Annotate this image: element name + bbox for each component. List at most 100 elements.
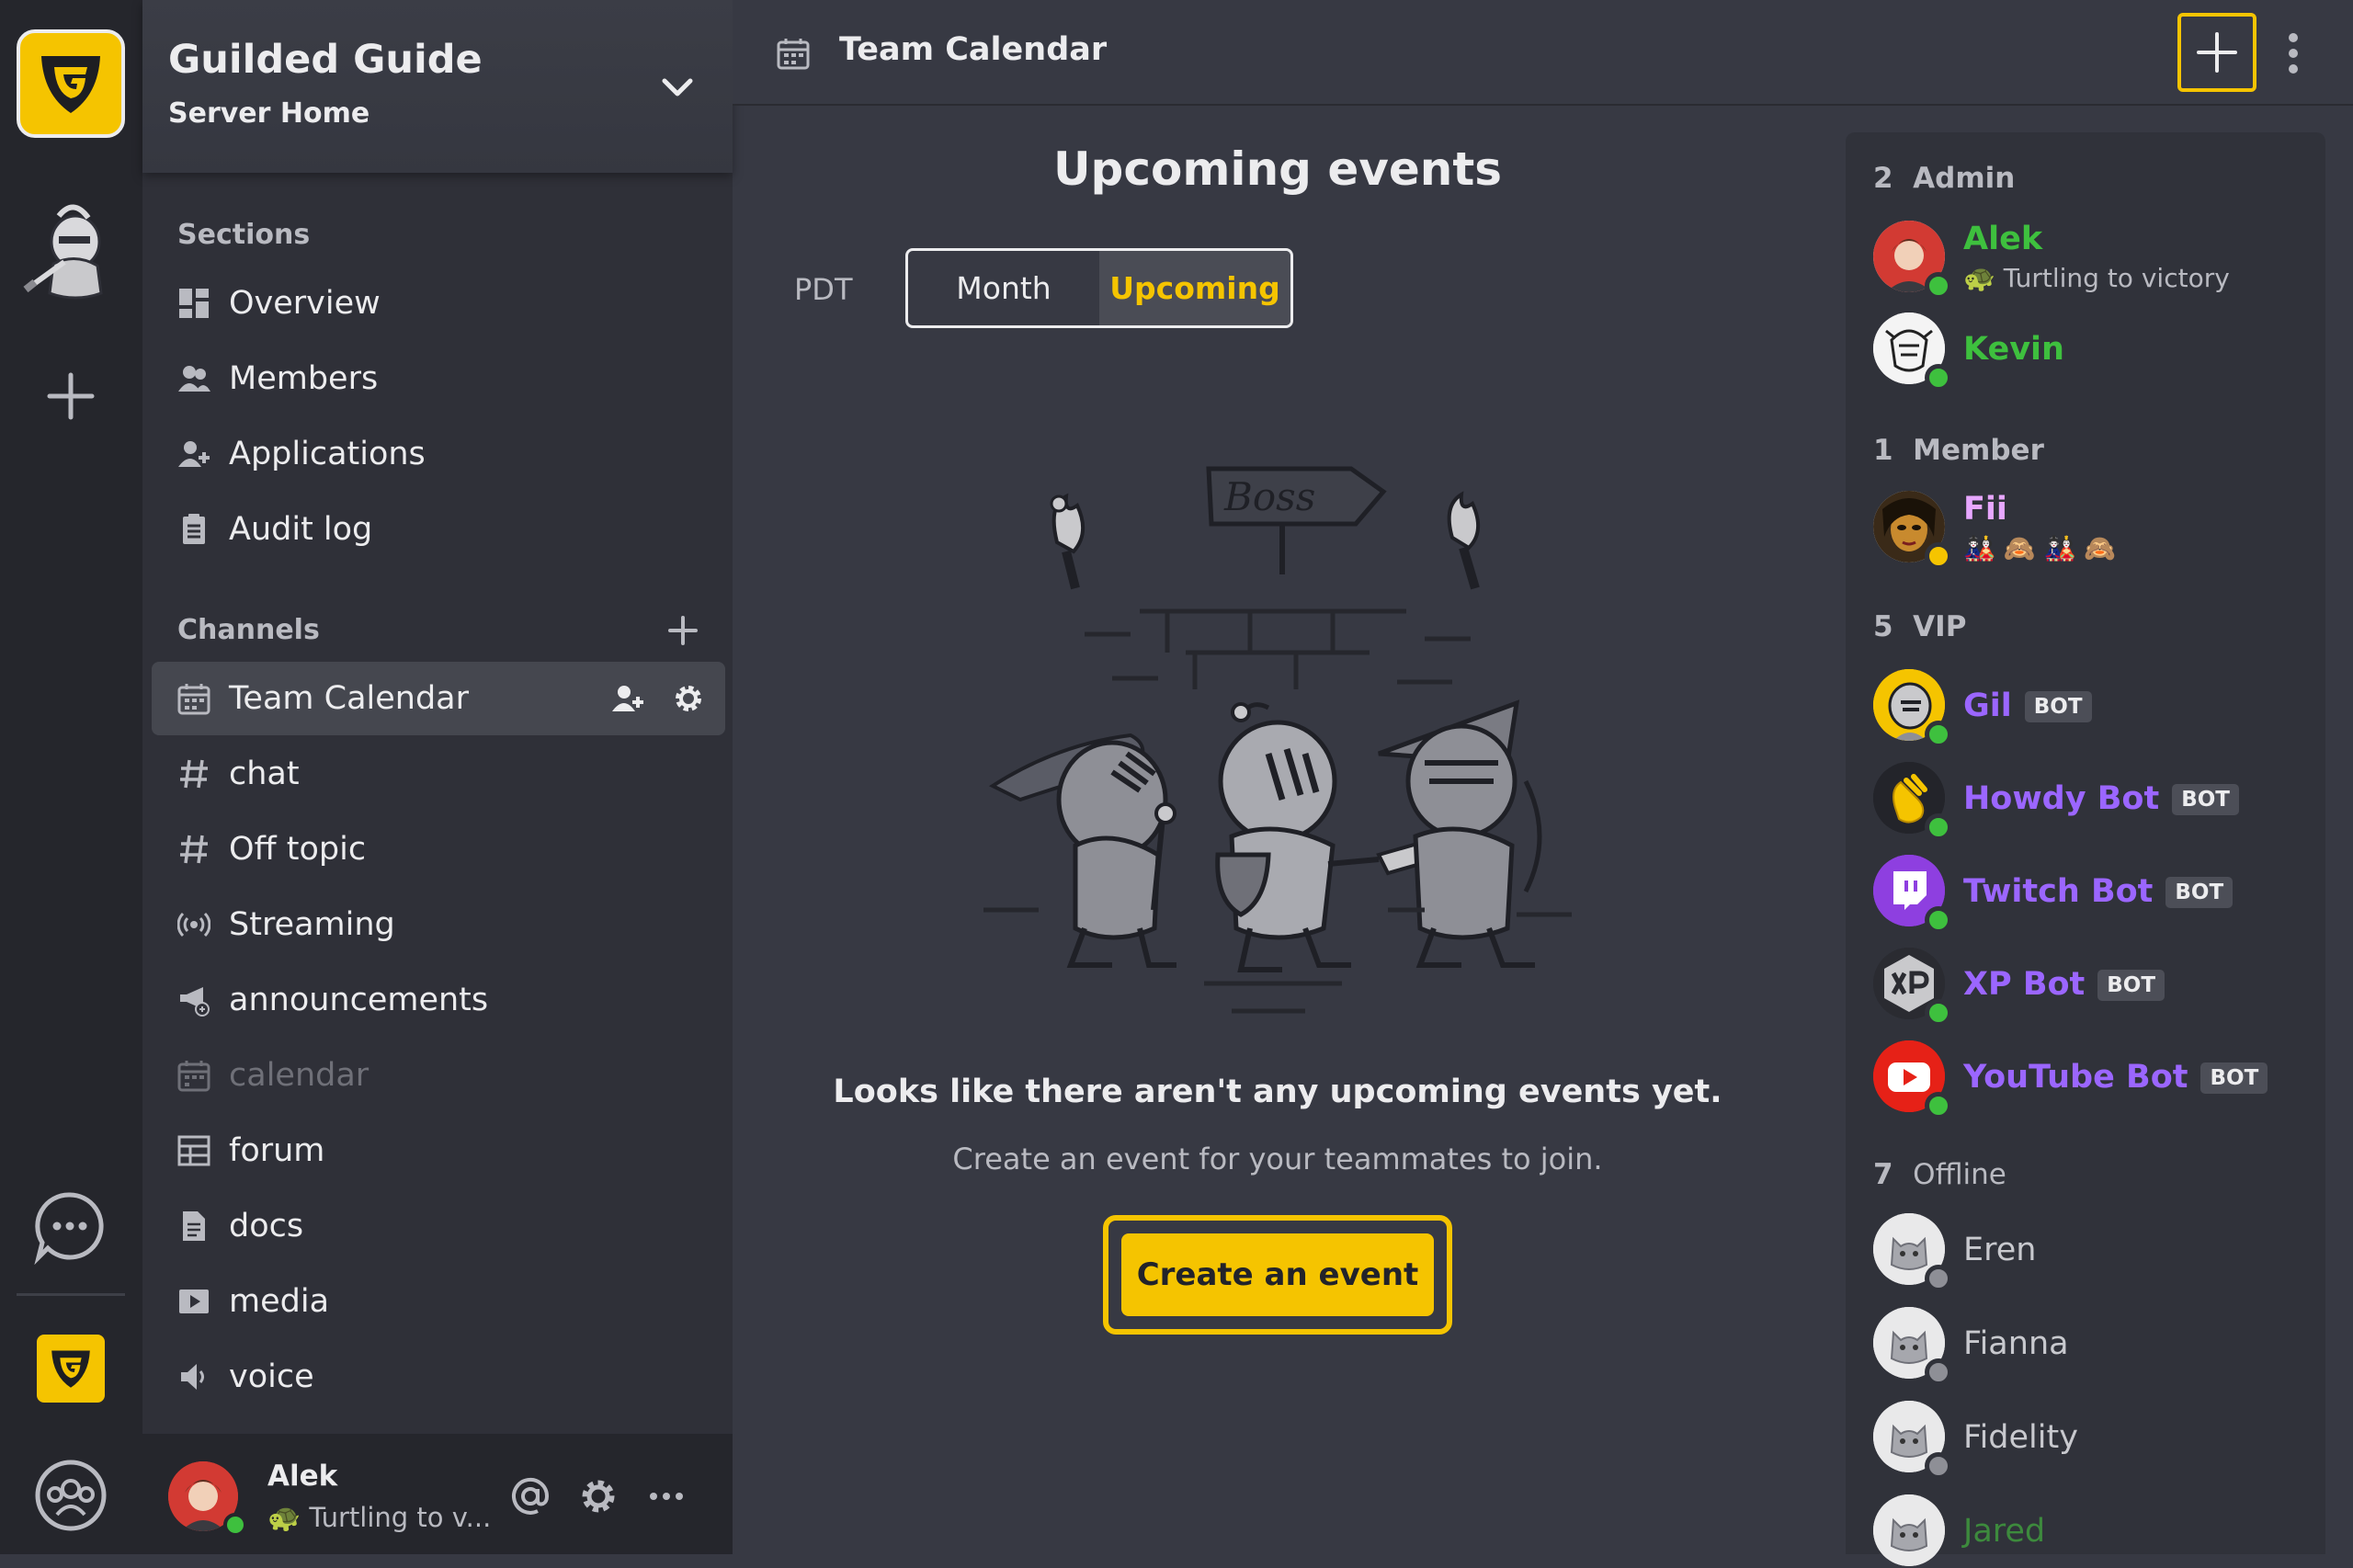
- member-eren[interactable]: Eren: [1873, 1213, 2314, 1292]
- tab-upcoming[interactable]: Upcoming: [1099, 251, 1290, 325]
- settings-gear-icon[interactable]: [672, 682, 705, 715]
- direct-messages-icon[interactable]: [31, 1187, 108, 1265]
- create-event-highlight: Create an event: [1103, 1215, 1452, 1335]
- member-alek[interactable]: Alek 🐢 Turtling to victory: [1873, 221, 2314, 300]
- member-youtube-bot[interactable]: YouTube Bot BOT: [1873, 1040, 2314, 1119]
- sidebar-item-docs[interactable]: docs: [152, 1189, 725, 1263]
- channel-sidebar: Guilded Guide Server Home Sections Overv…: [142, 0, 733, 1554]
- user-status: 🐢 Turtling to v...: [267, 1502, 492, 1533]
- avatar: [1873, 1494, 1945, 1566]
- more-options-icon[interactable]: [646, 1476, 687, 1517]
- online-status-icon: [1925, 1092, 1952, 1119]
- bot-badge: BOT: [2097, 970, 2165, 1001]
- sidebar-item-chat[interactable]: chat: [152, 737, 725, 811]
- sidebar-item-voice[interactable]: voice: [152, 1340, 725, 1414]
- guilded-home-icon[interactable]: [37, 1335, 105, 1403]
- stream-icon: [177, 912, 210, 937]
- add-channel-icon[interactable]: [666, 614, 699, 647]
- sidebar-item-audit-log[interactable]: Audit log: [152, 493, 725, 566]
- member-kevin[interactable]: Kevin: [1873, 312, 2314, 392]
- sidebar-item-members[interactable]: Members: [152, 342, 725, 415]
- sidebar-item-overview[interactable]: Overview: [152, 267, 725, 340]
- sidebar-item-label: Audit log: [229, 511, 373, 548]
- bot-badge: BOT: [2200, 1062, 2268, 1094]
- sidebar-item-calendar[interactable]: calendar: [152, 1039, 725, 1112]
- member-group-offline: 7 Offline: [1873, 1158, 2006, 1191]
- sidebar-item-forum[interactable]: forum: [152, 1114, 725, 1187]
- upcoming-events-title: Upcoming events: [1052, 142, 1503, 196]
- server-header[interactable]: Guilded Guide Server Home: [142, 0, 733, 173]
- voice-icon: [181, 1364, 204, 1390]
- sidebar-item-team-calendar[interactable]: Team Calendar: [152, 662, 725, 735]
- calendar-icon: [777, 39, 810, 70]
- left-torch-icon: [1050, 493, 1085, 590]
- view-toggle: Month Upcoming: [905, 248, 1293, 328]
- sidebar-item-label: voice: [229, 1358, 314, 1395]
- guilded-guide-server-icon[interactable]: [17, 29, 125, 138]
- sidebar-item-applications[interactable]: Applications: [152, 417, 725, 491]
- online-status-icon: [1925, 906, 1952, 934]
- chevron-down-icon[interactable]: [657, 66, 698, 107]
- server-subtitle: Server Home: [168, 97, 370, 130]
- kebab-menu-icon[interactable]: [2286, 31, 2301, 75]
- member-twitch-bot[interactable]: Twitch Bot BOT: [1873, 855, 2314, 934]
- sidebar-item-label: docs: [229, 1208, 304, 1244]
- hash-icon: [180, 759, 208, 789]
- sidebar-item-announcements[interactable]: announcements: [152, 963, 725, 1037]
- invite-user-icon[interactable]: [611, 682, 644, 715]
- member-howdy-bot[interactable]: Howdy Bot BOT: [1873, 762, 2314, 841]
- away-status-icon: [1925, 542, 1952, 570]
- member-fianna[interactable]: Fianna: [1873, 1307, 2314, 1386]
- tab-month[interactable]: Month: [908, 251, 1099, 325]
- wizard-knight-icon: [988, 733, 1176, 968]
- hash-icon: [180, 835, 208, 864]
- member-group-vip: 5 VIP: [1873, 610, 1967, 643]
- member-fii[interactable]: Fii 🎎 🙈 🎎 🙈: [1873, 491, 2314, 570]
- sidebar-item-media[interactable]: media: [152, 1265, 725, 1338]
- user-settings-gear-icon[interactable]: [578, 1476, 619, 1517]
- friends-icon[interactable]: [33, 1458, 108, 1533]
- user-name: Alek: [267, 1460, 338, 1493]
- online-status-icon: [223, 1513, 247, 1537]
- page-title: Team Calendar: [839, 31, 1108, 68]
- member-list: 2 Admin Alek 🐢 Turtling to victory Kevin…: [1846, 132, 2325, 1566]
- sidebar-item-label: Team Calendar: [229, 680, 470, 717]
- bot-badge: BOT: [2165, 877, 2234, 908]
- server-name: Guilded Guide: [168, 37, 483, 83]
- boss-sign-icon: Boss: [1206, 466, 1387, 574]
- sidebar-item-label: announcements: [229, 982, 489, 1018]
- member-fidelity[interactable]: Fidelity: [1873, 1401, 2314, 1480]
- docs-icon: [183, 1211, 205, 1241]
- members-icon: [178, 366, 210, 392]
- applications-icon: [178, 441, 210, 467]
- megaphone-icon: [180, 987, 210, 1017]
- sidebar-item-label: forum: [229, 1132, 325, 1169]
- rail-divider: [17, 1293, 125, 1296]
- sidebar-item-label: chat: [229, 756, 300, 792]
- member-xp-bot[interactable]: XP Bot BOT: [1873, 948, 2314, 1027]
- sidebar-item-label: Applications: [229, 436, 426, 472]
- member-jared[interactable]: Jared: [1873, 1494, 2314, 1568]
- add-event-button[interactable]: [2177, 13, 2256, 92]
- svg-text:Boss: Boss: [1223, 474, 1315, 519]
- mentions-icon[interactable]: [510, 1476, 551, 1517]
- sidebar-item-label: Off topic: [229, 831, 367, 868]
- online-status-icon: [1925, 999, 1952, 1027]
- guilded-logo-icon: [41, 56, 100, 113]
- add-server-icon[interactable]: [40, 366, 101, 426]
- sidebar-item-off-topic[interactable]: Off topic: [152, 812, 725, 886]
- online-status-icon: [1925, 272, 1952, 300]
- media-icon: [179, 1290, 209, 1313]
- plus-icon: [2197, 32, 2237, 73]
- empty-state-subtitle: Create an event for your teammates to jo…: [952, 1142, 1603, 1176]
- sidebar-item-streaming[interactable]: Streaming: [152, 888, 725, 961]
- forum-icon: [177, 1135, 210, 1166]
- empty-state-title: Looks like there aren't any upcoming eve…: [833, 1074, 1722, 1110]
- offline-status-icon: [1925, 1358, 1952, 1386]
- user-bar: Alek 🐢 Turtling to v...: [142, 1434, 733, 1554]
- member-group-member: 1 Member: [1873, 434, 2044, 467]
- knight-avatar-icon[interactable]: [18, 198, 127, 306]
- create-event-button[interactable]: Create an event: [1121, 1233, 1434, 1316]
- sidebar-item-label: Streaming: [229, 906, 395, 943]
- member-gil[interactable]: Gil BOT: [1873, 669, 2314, 748]
